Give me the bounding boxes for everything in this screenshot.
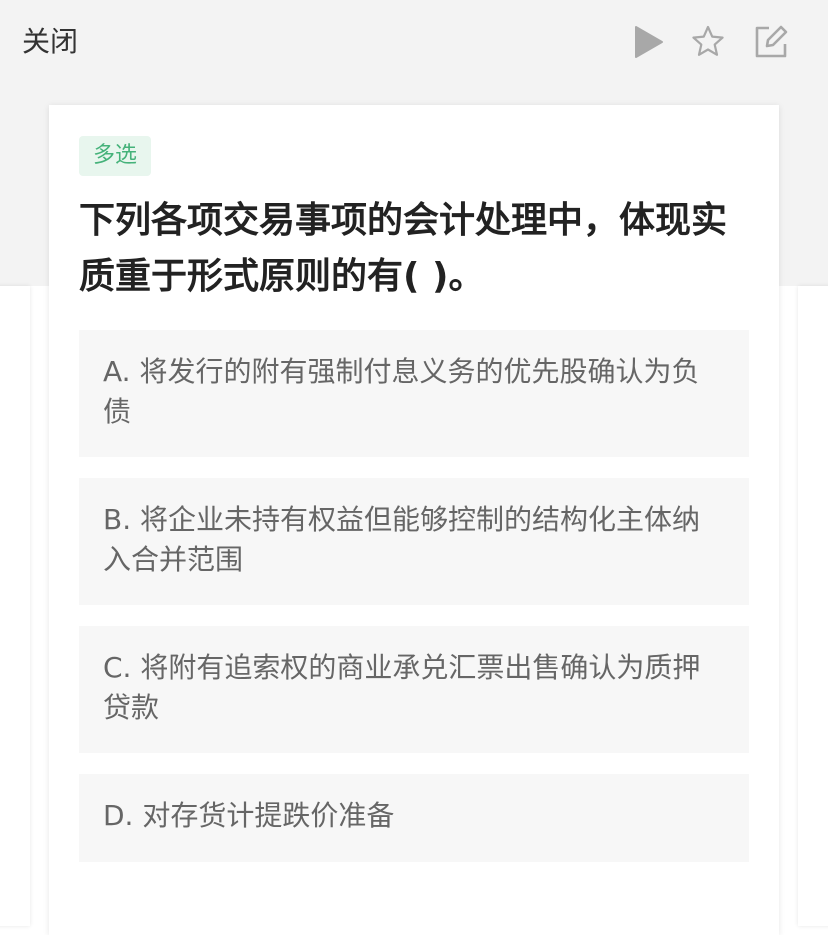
option-d-label: D. 对存货计提跌价准备: [103, 799, 395, 832]
edit-note-icon[interactable]: [753, 24, 789, 60]
option-d[interactable]: D. 对存货计提跌价准备: [79, 774, 749, 862]
option-b[interactable]: B. 将企业未持有权益但能够控制的结构化主体纳入合并范围: [79, 478, 749, 605]
star-icon[interactable]: [690, 24, 726, 60]
question-card: 多选 下列各项交易事项的会计处理中，体现实质重于形式原则的有( )。 A. 将发…: [49, 105, 779, 935]
option-c[interactable]: C. 将附有追索权的商业承兑汇票出售确认为质押贷款: [79, 626, 749, 753]
top-bar: 关闭: [0, 0, 828, 86]
option-a-label: A. 将发行的附有强制付息义务的优先股确认为负债: [103, 355, 700, 428]
option-c-label: C. 将附有追索权的商业承兑汇票出售确认为质押贷款: [103, 651, 701, 724]
close-button[interactable]: 关闭: [22, 24, 78, 60]
option-b-label: B. 将企业未持有权益但能够控制的结构化主体纳入合并范围: [103, 503, 701, 576]
previous-card-edge: [0, 286, 30, 926]
next-card-edge: [798, 286, 828, 926]
question-text: 下列各项交易事项的会计处理中，体现实质重于形式原则的有( )。: [79, 200, 728, 297]
option-a[interactable]: A. 将发行的附有强制付息义务的优先股确认为负债: [79, 330, 749, 457]
question-type-badge: 多选: [79, 136, 151, 176]
play-icon[interactable]: [631, 24, 667, 60]
